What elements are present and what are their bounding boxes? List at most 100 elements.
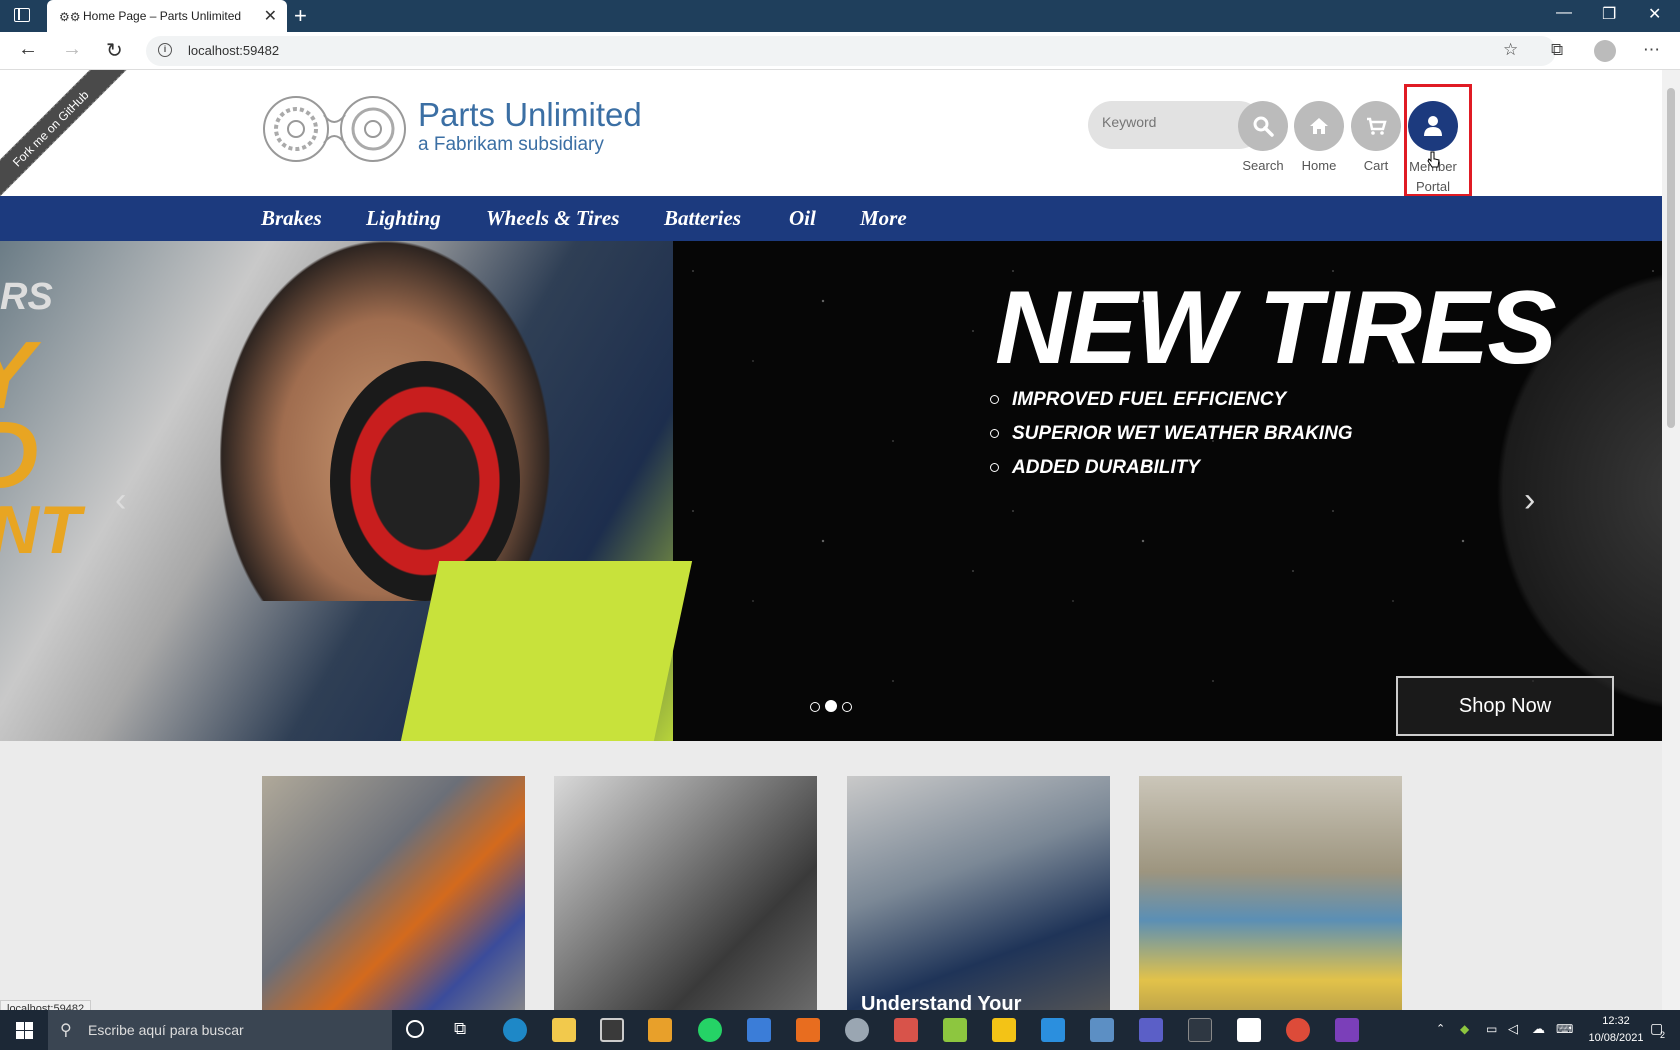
tab-actions-icon[interactable]: [14, 8, 30, 22]
carousel-next-icon[interactable]: ›: [1524, 481, 1535, 520]
browser-tab[interactable]: ⚙⚙ Home Page – Parts Unlimited ✕: [47, 0, 287, 32]
home-icon: [1310, 118, 1328, 134]
more-options-icon[interactable]: ⋯: [1643, 40, 1660, 60]
favorites-icon[interactable]: ☆: [1503, 40, 1518, 60]
site-info-icon[interactable]: i: [158, 43, 172, 57]
taskbar-search[interactable]: ⚲ Escribe aquí para buscar: [48, 1010, 392, 1050]
tray-app-icon[interactable]: ◆: [1460, 1022, 1469, 1036]
fork-github-ribbon[interactable]: Fork me on GitHub: [0, 70, 127, 205]
carousel-dot-3[interactable]: [842, 702, 852, 712]
visual-studio-icon[interactable]: [1335, 1018, 1359, 1042]
volume-icon[interactable]: ◁: [1508, 1021, 1518, 1037]
hero-title: NEW TIRES: [995, 270, 1557, 386]
window-close-icon[interactable]: ✕: [1648, 4, 1661, 24]
home-button[interactable]: [1294, 101, 1344, 151]
store-icon[interactable]: [600, 1018, 624, 1042]
hero-bullet-3: ADDED DURABILITY: [990, 457, 1200, 478]
keyword-search-field[interactable]: [1088, 101, 1263, 149]
scroll-thumb[interactable]: [1667, 88, 1675, 428]
onedrive-icon[interactable]: ☁: [1532, 1021, 1545, 1037]
carousel-indicators: [810, 699, 857, 717]
taskbar-search-placeholder: Escribe aquí para buscar: [88, 1022, 244, 1038]
highlight-box: [1404, 84, 1472, 197]
site-favicon-icon: ⚙⚙: [59, 10, 81, 24]
menu-item-oil[interactable]: Oil: [789, 206, 816, 231]
app-icon-1[interactable]: [894, 1018, 918, 1042]
card-parts[interactable]: [262, 776, 525, 1010]
card-friends-car[interactable]: [1139, 776, 1402, 1010]
card-caption: Understand Your: [861, 993, 1022, 1010]
vmware-icon[interactable]: [747, 1018, 771, 1042]
menu-item-batteries[interactable]: Batteries: [664, 206, 741, 231]
hero-bullet-1: IMPROVED FUEL EFFICIENCY: [989, 389, 1287, 410]
office-icon[interactable]: [796, 1018, 820, 1042]
parts-unlimited-logo[interactable]: [262, 95, 407, 163]
search-icon: [1253, 116, 1274, 137]
menu-item-wheels-tires[interactable]: Wheels & Tires: [486, 206, 619, 231]
brand-subtitle: a Fabrikam subsidiary: [418, 134, 604, 155]
clock-time[interactable]: 12:32: [1588, 1015, 1644, 1027]
hero-bullet-2: SUPERIOR WET WEATHER BRAKING: [990, 423, 1353, 444]
teams-icon[interactable]: [1139, 1018, 1163, 1042]
profile-avatar[interactable]: [1594, 40, 1616, 62]
task-view-icon[interactable]: ⧉: [454, 1019, 466, 1039]
notification-count: 2: [1660, 1030, 1666, 1040]
edge-icon[interactable]: [503, 1018, 527, 1042]
brand-name[interactable]: Parts Unlimited: [418, 96, 642, 134]
keyword-input[interactable]: [1102, 114, 1232, 130]
carousel-prev-icon[interactable]: ‹: [115, 481, 126, 520]
tab-title: Home Page – Parts Unlimited: [83, 9, 242, 23]
carousel-dot-2[interactable]: [825, 700, 837, 712]
clock-date[interactable]: 10/08/2021: [1583, 1032, 1649, 1044]
side-text-4: NT: [0, 492, 81, 568]
whatsapp-icon[interactable]: [698, 1018, 722, 1042]
safety-vest: [400, 561, 693, 741]
web-page: Fork me on GitHub Parts Unlimited a Fabr…: [0, 70, 1662, 1010]
address-bar[interactable]: i localhost:59482: [146, 36, 1556, 66]
cortana-icon[interactable]: [406, 1020, 424, 1038]
file-explorer-icon[interactable]: [552, 1018, 576, 1042]
cart-button[interactable]: [1351, 101, 1401, 151]
browser-titlebar: ⚙⚙ Home Page – Parts Unlimited ✕ + — ❐ ✕: [0, 0, 1680, 32]
menu-item-lighting[interactable]: Lighting: [366, 206, 441, 231]
menu-item-brakes[interactable]: Brakes: [261, 206, 322, 231]
forward-icon[interactable]: →: [62, 38, 82, 61]
search-button[interactable]: [1238, 101, 1288, 151]
new-tab-icon[interactable]: +: [294, 3, 307, 29]
side-text-1: RS: [0, 276, 53, 318]
typora-icon[interactable]: [1237, 1018, 1261, 1042]
paint-icon[interactable]: [845, 1018, 869, 1042]
mechanic-photo: RS Y D NT: [0, 241, 693, 741]
category-cards: Understand Your: [0, 741, 1662, 1010]
carousel-dot-1[interactable]: [810, 702, 820, 712]
shop-now-button[interactable]: Shop Now: [1396, 676, 1614, 736]
card-maintenance[interactable]: Understand Your: [847, 776, 1110, 1010]
hero-carousel: RS Y D NT NEW TIRES IMPROVED FUEL EFFICI…: [0, 241, 1662, 741]
close-tab-icon[interactable]: ✕: [264, 6, 277, 26]
hand-cursor-icon: [1427, 151, 1440, 168]
url-text[interactable]: localhost:59482: [188, 43, 279, 58]
collections-icon[interactable]: ⧉: [1551, 40, 1563, 60]
menu-item-more[interactable]: More: [860, 206, 907, 231]
chrome-icon[interactable]: [1286, 1018, 1310, 1042]
minimize-icon[interactable]: —: [1556, 4, 1572, 22]
media-icon[interactable]: [648, 1018, 672, 1042]
restore-icon[interactable]: ❐: [1602, 4, 1616, 24]
network-icon[interactable]: ▭: [1486, 1022, 1497, 1036]
category-nav: Brakes Lighting Wheels & Tires Batteries…: [0, 196, 1662, 241]
refresh-icon[interactable]: ↻: [106, 38, 123, 63]
address-toolbar: ← → ↻ i localhost:59482 ☆ ⧉ ⋯: [0, 32, 1680, 70]
back-icon[interactable]: ←: [18, 38, 38, 61]
terminal-icon[interactable]: [1188, 1018, 1212, 1042]
vscode-icon[interactable]: [1041, 1018, 1065, 1042]
tray-expand-icon[interactable]: ⌃: [1436, 1022, 1445, 1035]
keyboard-icon[interactable]: ⌨: [1556, 1022, 1573, 1036]
taskbar-search-icon: ⚲: [60, 1022, 72, 1039]
snip-icon[interactable]: [943, 1018, 967, 1042]
card-dealer[interactable]: [554, 776, 817, 1010]
windows-start-icon[interactable]: [16, 1022, 33, 1039]
cart-icon: [1367, 117, 1387, 135]
powerbi-icon[interactable]: [992, 1018, 1016, 1042]
page-scrollbar[interactable]: [1662, 70, 1680, 1010]
photos-icon[interactable]: [1090, 1018, 1114, 1042]
